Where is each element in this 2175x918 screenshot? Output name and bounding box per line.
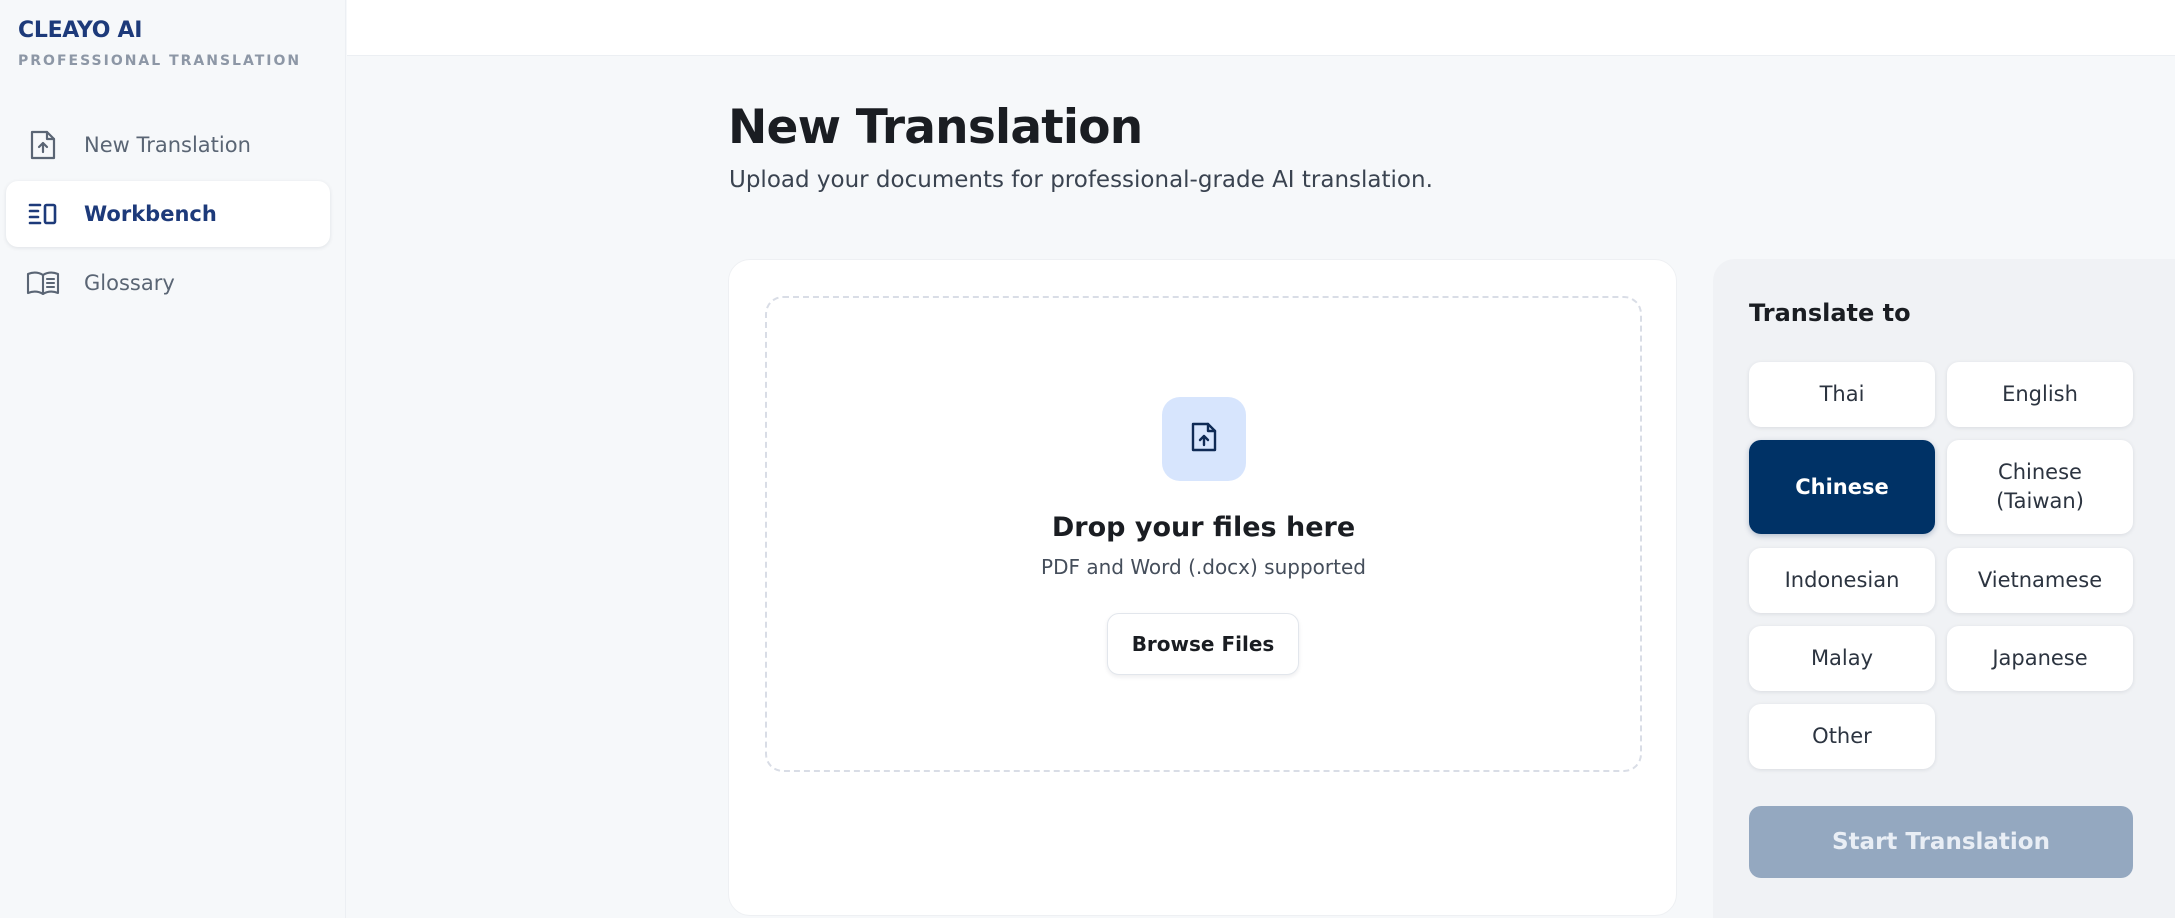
workbench-icon xyxy=(26,197,60,231)
dropzone-title: Drop your files here xyxy=(1051,512,1356,543)
sidebar-item-label: New Translation xyxy=(84,133,251,157)
top-bar xyxy=(347,0,2175,56)
language-option-japanese[interactable]: Japanese xyxy=(1947,626,2133,691)
language-option-other[interactable]: Other xyxy=(1749,704,1935,769)
language-option-english[interactable]: English xyxy=(1947,362,2133,427)
sidebar-item-label: Glossary xyxy=(84,271,175,295)
page-subtitle: Upload your documents for professional-g… xyxy=(729,167,1433,193)
browse-files-button[interactable]: Browse Files xyxy=(1107,613,1299,675)
language-option-malay[interactable]: Malay xyxy=(1749,626,1935,691)
page-title: New Translation xyxy=(728,100,1143,155)
sidebar-item-glossary[interactable]: Glossary xyxy=(6,250,330,316)
language-option-thai[interactable]: Thai xyxy=(1749,362,1935,427)
language-panel: Translate to Thai English Chinese Chines… xyxy=(1713,259,2175,918)
start-translation-button[interactable]: Start Translation xyxy=(1749,806,2133,878)
language-option-chinese-taiwan[interactable]: Chinese (Taiwan) xyxy=(1947,440,2133,534)
brand-subtitle: PROFESSIONAL TRANSLATION xyxy=(18,53,302,69)
brand-title: CLEAYO AI xyxy=(18,18,143,43)
dropzone-hint: PDF and Word (.docx) supported xyxy=(1041,555,1366,579)
sidebar-nav: New Translation Workbench Glossary xyxy=(6,112,330,319)
language-option-indonesian[interactable]: Indonesian xyxy=(1749,548,1935,613)
sidebar-item-label: Workbench xyxy=(84,202,217,226)
language-panel-title: Translate to xyxy=(1749,299,1911,327)
brand: CLEAYO AI PROFESSIONAL TRANSLATION xyxy=(18,18,301,69)
file-upload-icon xyxy=(1190,421,1218,457)
sidebar: CLEAYO AI PROFESSIONAL TRANSLATION New T… xyxy=(0,0,346,918)
sidebar-item-workbench[interactable]: Workbench xyxy=(6,181,330,247)
language-option-vietnamese[interactable]: Vietnamese xyxy=(1947,548,2133,613)
upload-card: Drop your files here PDF and Word (.docx… xyxy=(728,259,1677,916)
book-icon xyxy=(26,266,60,300)
file-dropzone[interactable]: Drop your files here PDF and Word (.docx… xyxy=(765,296,1642,772)
sidebar-item-new-translation[interactable]: New Translation xyxy=(6,112,330,178)
upload-icon-tile xyxy=(1162,397,1246,481)
language-option-chinese[interactable]: Chinese xyxy=(1749,440,1935,534)
file-upload-icon xyxy=(26,128,60,162)
